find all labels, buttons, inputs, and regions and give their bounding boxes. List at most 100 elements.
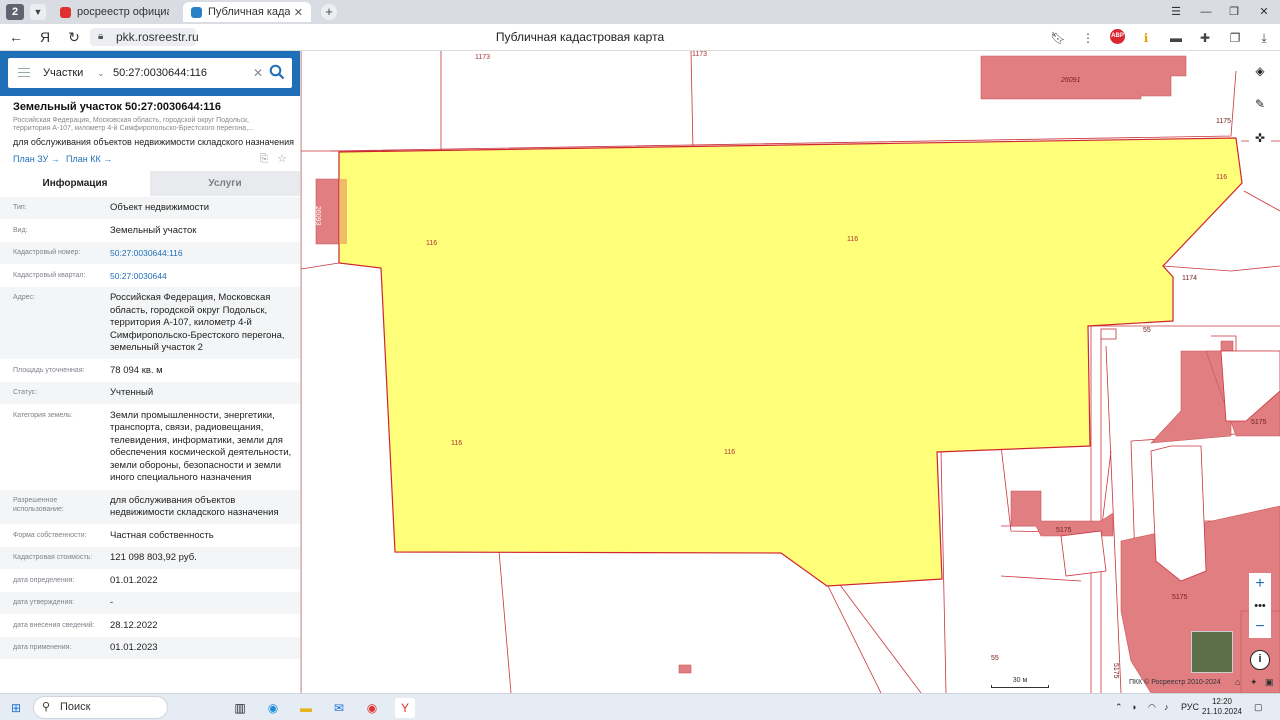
search-box: Участки ⌄ 50:27:0030644:116 ✕ [8, 58, 292, 88]
download-icon[interactable]: ⤓ [1254, 28, 1274, 48]
yandex-favicon-icon [60, 6, 71, 18]
document-search-icon[interactable]: ⎘ [257, 152, 271, 166]
home-icon[interactable]: ⌂ [1235, 677, 1240, 687]
tab-title: росреестр официальный [77, 6, 169, 18]
back-button[interactable]: ← [6, 27, 26, 47]
ruler-icon[interactable]: ✎ [1249, 93, 1271, 115]
browser-tabbar: 2 ▼ росреестр официальный Публичная када… [0, 0, 1280, 24]
wifi-icon[interactable]: ◠ [1148, 694, 1156, 720]
map-canvas[interactable] [301, 51, 1280, 693]
puzzle-icon[interactable]: ✚ [1195, 28, 1215, 48]
map-label: 26091 [1061, 77, 1081, 84]
outlook-icon[interactable]: ✉ [329, 698, 349, 718]
tabs-chevron-down-icon[interactable]: ▼ [30, 4, 46, 20]
zoom-out-button[interactable]: − [1249, 616, 1271, 638]
yandex-app-icon[interactable]: ◉ [362, 698, 382, 718]
taskbar-search[interactable]: ⚲ Поиск [33, 696, 168, 719]
building-overlay [339, 179, 347, 244]
map-label: 116 [451, 440, 463, 447]
location-icon[interactable]: ✦ [1250, 677, 1258, 688]
close-tab-icon[interactable]: ✕ [294, 6, 303, 19]
notifications-icon[interactable]: ▢ [1254, 694, 1263, 720]
plan-zu-link[interactable]: План ЗУ → [13, 154, 60, 164]
layers-icon[interactable]: ◈ [1249, 60, 1271, 82]
minimap[interactable] [1191, 631, 1233, 673]
adblock-icon[interactable]: ABP [1110, 29, 1125, 44]
taskbar-search-label: Поиск [60, 701, 91, 713]
fullscreen-icon[interactable]: ▣ [1265, 677, 1274, 688]
search-input[interactable]: 50:27:0030644:116 [113, 58, 207, 88]
hamburger-menu-icon[interactable] [18, 68, 30, 77]
bookmark-icon[interactable]: 🔖︎ [1048, 28, 1068, 48]
category-select[interactable]: Участки [43, 58, 83, 88]
reload-icon[interactable]: ↻ [64, 27, 84, 47]
collections-icon[interactable]: ❐ [1225, 28, 1245, 48]
clear-search-icon[interactable]: ✕ [253, 58, 263, 88]
search-icon[interactable] [269, 64, 285, 80]
task-view-icon[interactable]: ▥ [230, 698, 250, 718]
new-tab-button[interactable]: + [321, 4, 337, 20]
property-row: Статус: Учтенный [0, 382, 300, 405]
tab-information[interactable]: Информация [0, 171, 150, 196]
map-label: 116 [724, 449, 736, 456]
zoom-more-icon[interactable]: ••• [1249, 595, 1271, 617]
crosshair-icon[interactable]: ✜ [1249, 127, 1271, 149]
info-extension-icon[interactable]: ℹ [1136, 28, 1156, 48]
tray-app-icon[interactable]: ◑ [1131, 694, 1136, 720]
property-value: Частная собственность [110, 529, 214, 541]
minimize-button[interactable]: — [1192, 0, 1220, 24]
browser-tab-rosreestr[interactable]: росреестр официальный [52, 2, 177, 22]
property-row: Кадастровый квартал: 50:27:0030644 [0, 265, 300, 287]
map-label: 5175 [1251, 419, 1267, 426]
url-field[interactable]: 🔒︎ pkk.rosreestr.ru [90, 28, 199, 46]
property-value[interactable]: 50:27:0030644:116 [110, 247, 300, 260]
yandex-browser-icon[interactable]: Y [395, 698, 415, 718]
file-explorer-icon[interactable]: ▬ [296, 698, 316, 718]
volume-icon[interactable]: ♪ [1164, 694, 1169, 720]
menu-icon[interactable]: ☰ [1162, 0, 1190, 24]
clock[interactable]: 12:20 21.10.2024 [1198, 697, 1246, 717]
property-key: Площадь уточненная: [13, 366, 85, 374]
edge-icon[interactable]: ◉ [263, 698, 283, 718]
zoom-in-button[interactable]: + [1249, 573, 1271, 595]
property-value: - [110, 597, 114, 608]
property-value: 01.01.2022 [110, 574, 158, 586]
property-row: Тип: Объект недвижимости [0, 197, 300, 220]
yandex-logo-icon[interactable]: Я [35, 27, 55, 47]
plan-kk-link[interactable]: План КК → [66, 154, 112, 164]
map-label: 5175 [1112, 663, 1119, 679]
chevron-down-icon[interactable]: ⌄ [97, 58, 105, 88]
property-value: для обслуживания объектов недвижимости с… [110, 494, 279, 519]
page-title: Публичная кадастровая карта [495, 30, 665, 44]
scale-bar [991, 685, 1049, 688]
property-row: дата утверждения: - [0, 592, 300, 615]
cadastral-map[interactable]: 1173 1173 26091 1175 116 116 116 116 116… [301, 51, 1280, 693]
windows-start-icon[interactable]: ⊞ [6, 698, 26, 718]
more-options-icon[interactable]: ⋮ [1078, 28, 1098, 48]
property-row: Форма собственности: Частная собственност… [0, 525, 300, 547]
extension-icon[interactable]: ▬ [1166, 28, 1186, 48]
property-key: дата определения: [13, 576, 75, 584]
browser-tab-pkk[interactable]: Публичная кадастровая ✕ [183, 2, 311, 22]
scale-label: 30 м [1012, 677, 1028, 684]
property-row: дата применения: 01.01.2023 [0, 637, 300, 660]
info-icon[interactable]: i [1250, 650, 1270, 670]
property-key: Форма собственности: [13, 531, 87, 539]
star-icon[interactable]: ☆ [275, 152, 289, 166]
property-key: Тип: [13, 204, 27, 211]
restore-button[interactable]: ❐ [1220, 0, 1248, 24]
pkk-favicon-icon [191, 6, 202, 18]
tray-chevron-icon[interactable]: ⌃ [1115, 694, 1123, 720]
object-info-panel: Участки ⌄ 50:27:0030644:116 ✕ Земельный … [0, 51, 301, 693]
property-value: 78 094 кв. м [110, 364, 163, 376]
close-window-button[interactable]: ✕ [1250, 0, 1278, 24]
property-value[interactable]: 50:27:0030644 [110, 270, 300, 283]
property-value: Учтенный [110, 387, 154, 398]
property-row: Кадастровый номер: 50:27:0030644:116 [0, 242, 300, 265]
language-indicator[interactable]: РУС [1181, 694, 1199, 720]
tab-count-badge[interactable]: 2 [6, 4, 24, 20]
map-label: 5175 [1172, 594, 1188, 601]
map-label: 26093 [314, 206, 321, 226]
url-text: pkk.rosreestr.ru [116, 30, 199, 44]
tab-services[interactable]: Услуги [150, 171, 300, 196]
